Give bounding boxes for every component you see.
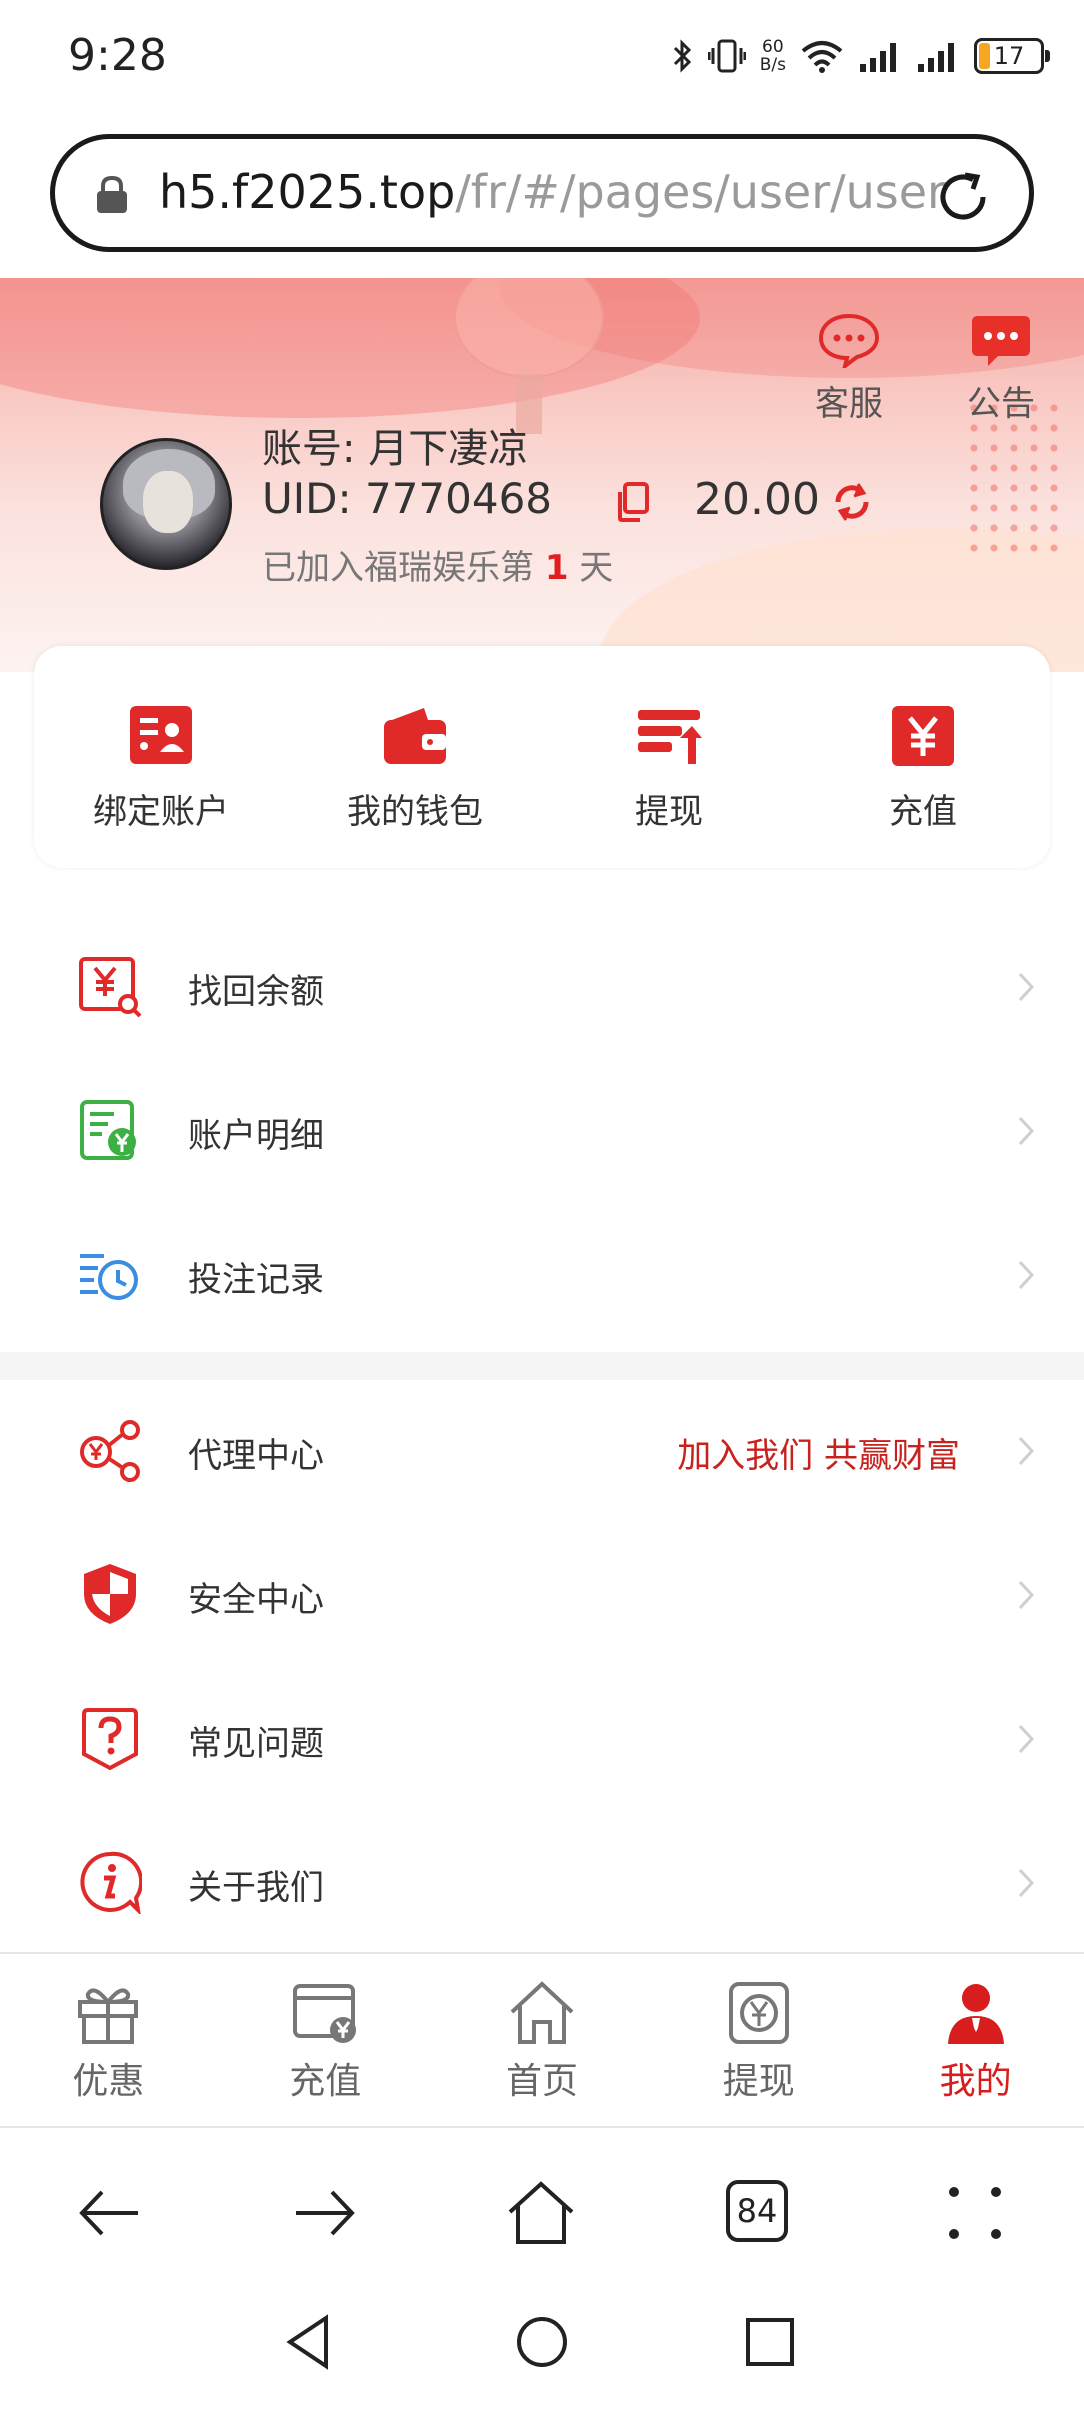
copy-icon[interactable] (616, 482, 650, 522)
system-navigation-bar (0, 2290, 1084, 2412)
battery-level: 17 (993, 42, 1025, 70)
menu-agent-center[interactable]: 代理中心 加入我们 共赢财富 (0, 1380, 1084, 1524)
gift-icon (78, 1988, 139, 2044)
account-details-icon (80, 1100, 136, 1160)
bind-account-button[interactable]: 绑定账户 (34, 646, 288, 868)
section-divider (0, 1352, 1084, 1380)
home-icon[interactable] (506, 2178, 576, 2248)
shield-icon (84, 1564, 136, 1624)
balance-amount: 20.00 (694, 474, 820, 525)
more-menu-icon[interactable] (940, 2178, 1010, 2248)
wallet-button[interactable]: 我的钱包 (288, 646, 542, 868)
user-header-banner: 客服 公告 账号: 月下凄凉 UID: 7770468 20.00 已加入福瑞娱… (0, 278, 1084, 672)
avatar[interactable] (100, 438, 232, 570)
chevron-right-icon (1018, 1436, 1035, 1466)
tab-switcher-button[interactable]: 84 (726, 2180, 788, 2242)
signal-icon (916, 38, 960, 74)
wallet-icon (384, 708, 446, 764)
chevron-right-icon (1018, 1868, 1035, 1898)
message-icon (972, 316, 1030, 366)
chevron-right-icon (1018, 1580, 1035, 1610)
bind-account-icon (130, 706, 192, 764)
menu-account-details[interactable]: 账户明细 (0, 1060, 1084, 1204)
agent-promo-text: 加入我们 共赢财富 (677, 1436, 960, 1476)
status-icons: 60 B/s 17 (672, 32, 1050, 80)
chevron-right-icon (1018, 1260, 1035, 1290)
forward-arrow-icon[interactable] (290, 2178, 360, 2248)
recharge-card-icon (293, 1984, 357, 2043)
recover-balance-icon (79, 957, 142, 1018)
tab-withdraw[interactable]: 提现 (650, 1954, 867, 2126)
chat-bubble-icon (818, 313, 880, 371)
status-bar: 9:28 60 B/s 17 (0, 0, 1084, 112)
home-icon (510, 1981, 574, 2044)
chevron-right-icon (1018, 1116, 1035, 1146)
withdraw-button[interactable]: 提现 (542, 646, 796, 868)
recent-apps-icon[interactable] (740, 2312, 800, 2372)
status-time: 9:28 (68, 30, 167, 81)
agent-center-icon (80, 1420, 140, 1482)
menu-about-us[interactable]: 关于我们 (0, 1812, 1084, 1956)
tab-promo[interactable]: 优惠 (0, 1954, 217, 2126)
notice-label: 公告 (967, 384, 1035, 424)
quick-actions-card: 绑定账户 我的钱包 提现 充值 (34, 646, 1050, 868)
tab-home[interactable]: 首页 (434, 1954, 651, 2126)
customer-service-button[interactable]: 客服 (804, 312, 894, 425)
recharge-icon (892, 706, 954, 766)
membership-days: 已加入福瑞娱乐第 1 天 (262, 548, 614, 588)
tab-recharge[interactable]: 充值 (217, 1954, 434, 2126)
back-arrow-icon[interactable] (74, 2178, 144, 2248)
bottom-tab-bar: 优惠 充值 首页 提现 我的 (0, 1952, 1084, 2128)
wifi-icon (800, 38, 844, 74)
user-id: UID: 7770468 (262, 474, 553, 523)
customer-service-label: 客服 (815, 384, 883, 424)
url-text[interactable]: h5.f2025.top/fr/#/pages/user/user (159, 165, 949, 219)
back-triangle-icon[interactable] (280, 2312, 340, 2372)
menu-faq[interactable]: 常见问题 (0, 1668, 1084, 1812)
menu-recover-balance[interactable]: 找回余额 (0, 916, 1084, 1060)
home-circle-icon[interactable] (512, 2312, 572, 2372)
notice-button[interactable]: 公告 (956, 312, 1046, 425)
recharge-button[interactable]: 充值 (796, 646, 1050, 868)
signal-icon (858, 38, 902, 74)
reload-icon[interactable] (933, 167, 993, 227)
account-name: 账号: 月下凄凉 (262, 426, 529, 472)
bet-records-icon (80, 1254, 138, 1300)
menu-security-center[interactable]: 安全中心 (0, 1524, 1084, 1668)
address-bar[interactable]: h5.f2025.top/fr/#/pages/user/user (50, 134, 1034, 252)
tab-mine[interactable]: 我的 (867, 1954, 1084, 2126)
lock-icon (97, 175, 127, 213)
chevron-right-icon (1018, 972, 1035, 1002)
refresh-icon[interactable] (830, 480, 874, 524)
net-speed: 60 B/s (759, 37, 786, 75)
menu-bet-records[interactable]: 投注记录 (0, 1204, 1084, 1348)
chevron-right-icon (1018, 1724, 1035, 1754)
withdraw-icon (728, 1982, 789, 2044)
user-icon (947, 1984, 1004, 2044)
info-icon (80, 1851, 142, 1914)
question-icon (82, 1708, 138, 1770)
battery-icon: 17 (974, 38, 1050, 74)
bluetooth-icon (672, 38, 694, 74)
browser-toolbar (0, 2130, 1084, 2290)
vibrate-icon (707, 38, 746, 74)
withdraw-icon (638, 710, 702, 764)
